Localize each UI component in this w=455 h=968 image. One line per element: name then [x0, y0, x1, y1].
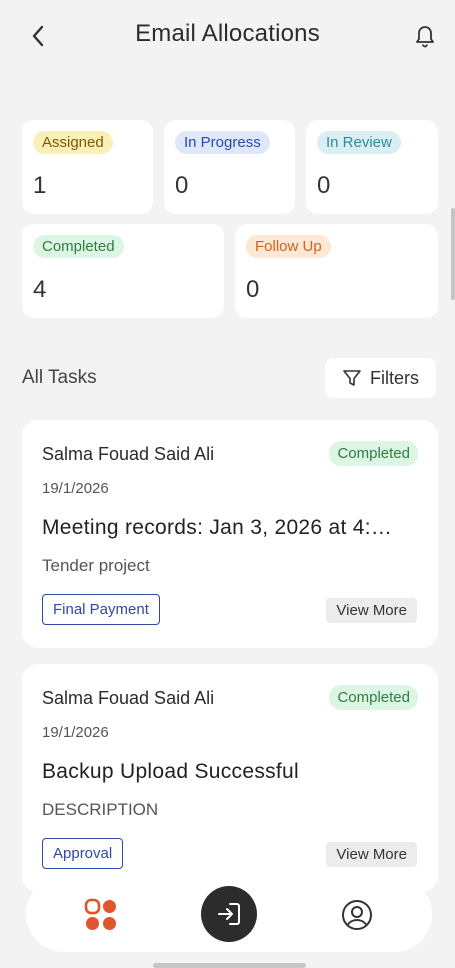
stat-card-completed[interactable]: Completed 4 — [22, 224, 224, 318]
stat-count: 0 — [317, 172, 331, 199]
task-tag: Final Payment — [42, 594, 160, 625]
task-date: 19/1/2026 — [42, 480, 109, 497]
status-badge: In Review — [317, 131, 401, 154]
filter-icon — [343, 370, 361, 386]
header: Email Allocations — [0, 0, 455, 80]
home-indicator[interactable] — [153, 963, 306, 968]
nav-login[interactable] — [201, 886, 257, 942]
status-badge: Completed — [329, 685, 418, 710]
task-card[interactable]: Salma Fouad Said Ali Completed 19/1/2026… — [22, 420, 438, 648]
view-more-button[interactable]: View More — [326, 598, 417, 623]
stat-count: 0 — [175, 172, 189, 199]
task-title: Meeting records: Jan 3, 2026 at 4:… — [42, 516, 393, 539]
filters-label: Filters — [370, 367, 419, 388]
stat-count: 1 — [33, 172, 47, 199]
task-tag: Approval — [42, 838, 124, 869]
filters-button[interactable]: Filters — [325, 358, 436, 398]
bell-icon — [416, 26, 434, 48]
task-assignee: Salma Fouad Said Ali — [42, 688, 215, 708]
grid-icon — [84, 898, 116, 930]
section-title: All Tasks — [22, 367, 97, 388]
stat-card-in-review[interactable]: In Review 0 — [306, 120, 438, 214]
notifications-button[interactable] — [411, 22, 439, 50]
nav-dashboard[interactable] — [74, 888, 128, 942]
status-badge: In Progress — [175, 131, 270, 154]
nav-profile[interactable] — [330, 888, 384, 942]
status-badge: Follow Up — [246, 235, 331, 258]
bottom-nav — [26, 876, 432, 952]
task-description: DESCRIPTION — [42, 800, 159, 819]
task-date: 19/1/2026 — [42, 724, 109, 741]
stat-card-assigned[interactable]: Assigned 1 — [22, 120, 153, 214]
task-card[interactable]: Salma Fouad Said Ali Completed 19/1/2026… — [22, 664, 438, 892]
stat-card-follow-up[interactable]: Follow Up 0 — [235, 224, 438, 318]
view-more-button[interactable]: View More — [326, 842, 417, 867]
stat-card-in-progress[interactable]: In Progress 0 — [164, 120, 295, 214]
scrollbar[interactable] — [451, 208, 455, 300]
page-title: Email Allocations — [135, 20, 320, 47]
status-badge: Completed — [329, 441, 418, 466]
task-description: Tender project — [42, 556, 150, 575]
stat-count: 0 — [246, 276, 260, 303]
status-badge: Completed — [33, 235, 124, 258]
status-badge: Assigned — [33, 131, 113, 154]
task-title: Backup Upload Successful — [42, 760, 300, 783]
profile-icon — [342, 900, 372, 930]
login-icon — [218, 903, 240, 925]
stat-count: 4 — [33, 276, 47, 303]
task-assignee: Salma Fouad Said Ali — [42, 444, 215, 464]
